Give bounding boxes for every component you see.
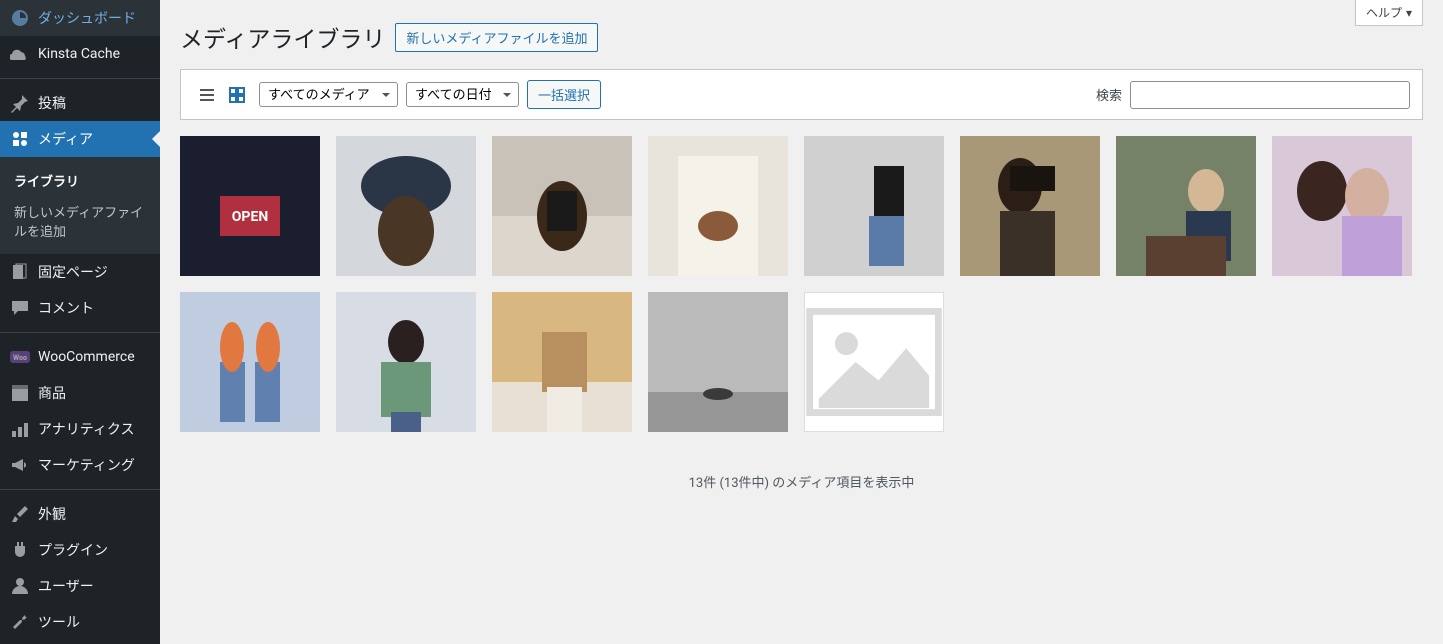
media-grid: OPEN <box>180 136 1423 432</box>
submenu-item-library[interactable]: ライブラリ <box>0 165 160 196</box>
sidebar-label: 商品 <box>38 383 66 403</box>
svg-text:OPEN: OPEN <box>232 209 268 225</box>
sidebar-label: マーケティング <box>38 455 135 475</box>
sidebar-label: Kinsta Cache <box>38 46 120 62</box>
sidebar-item-appearance[interactable]: 外観 <box>0 496 160 532</box>
sidebar-label: メディア <box>38 129 93 149</box>
submenu-item-add-new[interactable]: 新しいメディアファイルを追加 <box>0 196 160 246</box>
list-view-button[interactable] <box>193 81 221 109</box>
sidebar-label: プラグイン <box>38 540 108 560</box>
search-wrap: 検索 <box>1096 81 1410 109</box>
media-item[interactable] <box>336 292 476 432</box>
sidebar-item-posts[interactable]: 投稿 <box>0 85 160 121</box>
sidebar-separator <box>0 78 160 79</box>
dashboard-icon <box>10 8 30 28</box>
analytics-icon <box>10 419 30 439</box>
sidebar-item-marketing[interactable]: マーケティング <box>0 447 160 483</box>
sidebar-item-products[interactable]: 商品 <box>0 375 160 411</box>
media-item[interactable] <box>1272 136 1412 276</box>
sidebar-item-settings[interactable]: 設定 <box>0 640 160 644</box>
sidebar-item-kinsta[interactable]: Kinsta Cache <box>0 36 160 72</box>
grid-view-button[interactable] <box>223 81 251 109</box>
sidebar-label: ダッシュボード <box>38 8 136 28</box>
sidebar-label: ユーザー <box>38 576 94 596</box>
sidebar-separator <box>0 489 160 490</box>
sidebar-item-pages[interactable]: 固定ページ <box>0 254 160 290</box>
bulk-select-button[interactable]: 一括選択 <box>527 80 601 109</box>
sidebar-label: 固定ページ <box>38 262 108 282</box>
chevron-down-icon: ▾ <box>1406 6 1412 20</box>
wrench-icon <box>10 612 30 632</box>
woo-icon: Woo <box>10 347 30 367</box>
media-item[interactable] <box>960 136 1100 276</box>
cloud-icon <box>10 44 30 64</box>
media-item[interactable] <box>336 136 476 276</box>
sidebar-item-users[interactable]: ユーザー <box>0 568 160 604</box>
sidebar-item-woocommerce[interactable]: Woo WooCommerce <box>0 339 160 375</box>
sidebar-item-comments[interactable]: コメント <box>0 290 160 326</box>
sidebar-item-tools[interactable]: ツール <box>0 604 160 640</box>
add-new-button[interactable]: 新しいメディアファイルを追加 <box>395 23 598 52</box>
svg-text:Woo: Woo <box>13 354 27 362</box>
media-item[interactable] <box>1116 136 1256 276</box>
page-header: メディアライブラリ 新しいメディアファイルを追加 <box>180 20 1423 54</box>
media-item[interactable] <box>648 136 788 276</box>
admin-sidebar: ダッシュボード Kinsta Cache 投稿 メディア ライブラリ 新しいメデ… <box>0 0 160 644</box>
megaphone-icon <box>10 455 30 475</box>
page-icon <box>10 262 30 282</box>
media-item-placeholder[interactable] <box>804 292 944 432</box>
media-item[interactable] <box>180 292 320 432</box>
help-button[interactable]: ヘルプ ▾ <box>1355 0 1423 26</box>
box-icon <box>10 383 30 403</box>
search-label: 検索 <box>1096 85 1122 104</box>
media-item[interactable] <box>492 292 632 432</box>
comment-icon <box>10 298 30 318</box>
sidebar-label: アナリティクス <box>38 419 134 439</box>
sidebar-separator <box>0 332 160 333</box>
media-icon <box>10 129 30 149</box>
user-icon <box>10 576 30 596</box>
sidebar-item-analytics[interactable]: アナリティクス <box>0 411 160 447</box>
sidebar-label: WooCommerce <box>38 349 135 365</box>
date-filter-select[interactable]: すべての日付 <box>406 82 519 107</box>
brush-icon <box>10 504 30 524</box>
media-item[interactable] <box>804 136 944 276</box>
page-title: メディアライブラリ <box>180 20 385 54</box>
grid-icon <box>227 85 247 105</box>
image-placeholder-icon <box>805 293 943 431</box>
sidebar-label: 投稿 <box>38 93 66 113</box>
media-item[interactable] <box>492 136 632 276</box>
sidebar-item-dashboard[interactable]: ダッシュボード <box>0 0 160 36</box>
media-filter-select[interactable]: すべてのメディア <box>259 82 398 107</box>
status-text: 13件 (13件中) のメディア項目を表示中 <box>180 472 1423 491</box>
sidebar-submenu: ライブラリ 新しいメディアファイルを追加 <box>0 157 160 254</box>
plug-icon <box>10 540 30 560</box>
filter-bar: すべてのメディア すべての日付 一括選択 検索 <box>180 69 1423 120</box>
list-icon <box>197 85 217 105</box>
pin-icon <box>10 93 30 113</box>
sidebar-label: コメント <box>38 298 94 318</box>
sidebar-label: ツール <box>38 612 80 632</box>
search-input[interactable] <box>1130 81 1410 109</box>
media-item[interactable]: OPEN <box>180 136 320 276</box>
sidebar-label: 外観 <box>38 504 66 524</box>
media-item[interactable] <box>648 292 788 432</box>
view-toggle <box>193 81 251 109</box>
main-content: ヘルプ ▾ メディアライブラリ 新しいメディアファイルを追加 すべてのメディア … <box>160 0 1443 644</box>
sidebar-item-media[interactable]: メディア <box>0 121 160 157</box>
sidebar-item-plugins[interactable]: プラグイン <box>0 532 160 568</box>
